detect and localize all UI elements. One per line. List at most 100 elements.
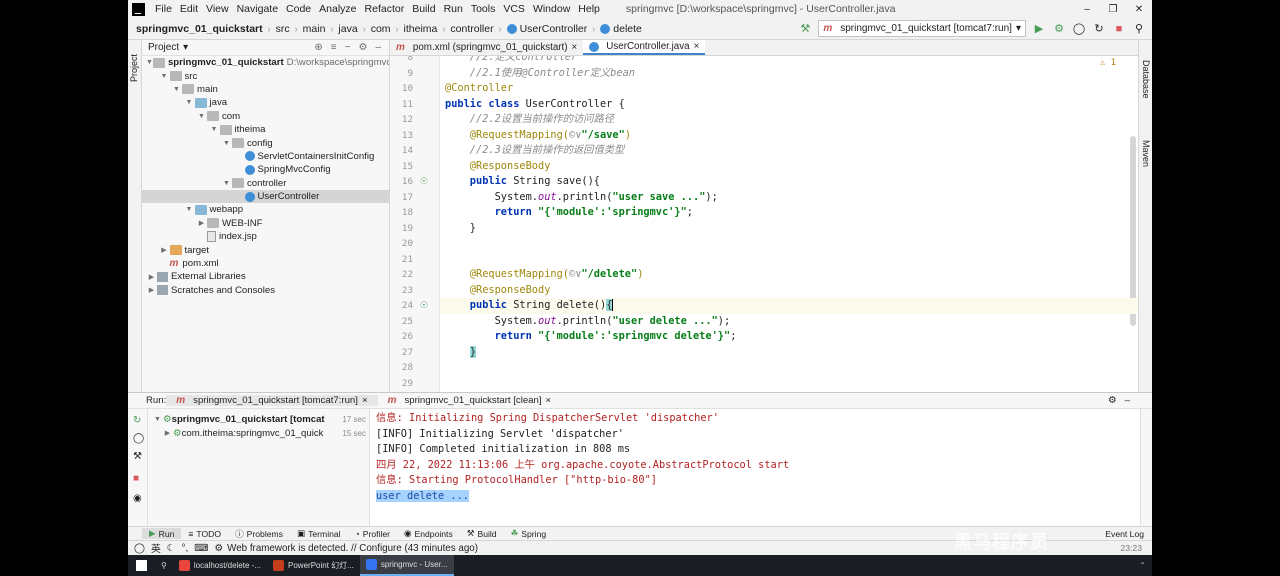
- chevron-down-icon[interactable]: ▼: [221, 180, 232, 187]
- chevron-down-icon[interactable]: ▼: [184, 99, 195, 106]
- status-message[interactable]: Web framework is detected. // Configure …: [227, 543, 478, 554]
- editor-tab[interactable]: m pom.xml (springmvc_01_quickstart) ×: [390, 40, 583, 55]
- breadcrumb-item[interactable]: src: [276, 23, 290, 35]
- close-icon[interactable]: ×: [546, 395, 552, 406]
- breadcrumb-item[interactable]: java: [338, 23, 357, 35]
- breadcrumb-item[interactable]: UserController: [520, 23, 588, 35]
- database-tool-tab[interactable]: Database: [1141, 60, 1151, 99]
- tool-tab-problems[interactable]: ⓘ Problems: [228, 528, 290, 540]
- chevron-down-icon[interactable]: ▼: [171, 86, 182, 93]
- chevron-down-icon[interactable]: ▼: [146, 59, 153, 66]
- chevron-down-icon[interactable]: ▼: [184, 206, 195, 213]
- hide-icon[interactable]: –: [1125, 395, 1152, 406]
- tool-tab-profiler[interactable]: ◔ Profiler: [348, 529, 397, 539]
- tree-item[interactable]: ▶ target: [142, 243, 389, 256]
- warning-count[interactable]: ⚠ 1: [1100, 58, 1116, 68]
- tool-tab-build[interactable]: ⚒ Build: [460, 528, 504, 539]
- tree-item[interactable]: ▶ WEB-INF: [142, 217, 389, 230]
- gear-icon[interactable]: ⚙: [1108, 395, 1125, 406]
- stop-icon[interactable]: ■: [1112, 23, 1126, 35]
- project-tool-tab[interactable]: Project: [129, 54, 139, 82]
- menu-file[interactable]: File: [151, 3, 176, 15]
- hammer-build-icon[interactable]: ⚒: [798, 22, 812, 35]
- maven-tool-tab[interactable]: Maven: [1141, 140, 1151, 167]
- code-content[interactable]: ⚠ 1 //2.定义controller //2.1使用@Controller定…: [440, 56, 1138, 392]
- menu-code[interactable]: Code: [282, 3, 315, 15]
- tool-tab-terminal[interactable]: ▣ Terminal: [290, 528, 348, 539]
- close-icon[interactable]: ×: [572, 42, 578, 53]
- tree-item[interactable]: ▼ java: [142, 96, 389, 109]
- chevron-down-icon[interactable]: ▾: [183, 42, 188, 53]
- collapse-all-icon[interactable]: −: [345, 42, 351, 53]
- tree-item[interactable]: ▼ src: [142, 69, 389, 82]
- breadcrumb-item[interactable]: main: [303, 23, 326, 35]
- console-output[interactable]: 信息: Initializing Spring DispatcherServle…: [370, 409, 1140, 526]
- tree-item[interactable]: ▼ controller: [142, 177, 389, 190]
- tree-item[interactable]: ServletContainersInitConfig: [142, 150, 389, 163]
- menu-vcs[interactable]: VCS: [499, 3, 529, 15]
- event-log-button[interactable]: Event Log: [1105, 529, 1152, 539]
- minimize-icon[interactable]: –: [1074, 4, 1100, 15]
- expand-all-icon[interactable]: ≡: [331, 42, 337, 53]
- menu-run[interactable]: Run: [440, 3, 467, 15]
- taskbar-item[interactable]: PowerPoint 幻灯...: [267, 555, 360, 576]
- breadcrumb-item[interactable]: com: [371, 23, 391, 35]
- chevron-right-icon[interactable]: ▶: [146, 273, 157, 281]
- debug-icon[interactable]: ⚙: [1052, 22, 1066, 35]
- menu-window[interactable]: Window: [529, 3, 574, 15]
- tree-item[interactable]: index.jsp: [142, 230, 389, 243]
- pause-icon[interactable]: ◯: [133, 433, 144, 444]
- tree-item[interactable]: SpringMvcConfig: [142, 163, 389, 176]
- chevron-down-icon[interactable]: ▼: [152, 416, 163, 423]
- web-endpoint-icon[interactable]: ☉: [420, 176, 428, 187]
- maximize-icon[interactable]: ❐: [1100, 4, 1126, 15]
- breadcrumb-item[interactable]: springmvc_01_quickstart: [136, 23, 263, 35]
- tool-tab-endpoints[interactable]: ◉ Endpoints: [397, 528, 460, 539]
- tree-item[interactable]: ▼ springmvc_01_quickstart D:\workspace\spr…: [142, 56, 389, 69]
- run-tree-item[interactable]: ▶ ⚙ com.itheima:springmvc_01_quick 15 sec: [148, 426, 369, 440]
- ime-logo-icon[interactable]: ◯: [134, 543, 145, 554]
- chevron-down-icon[interactable]: ▼: [196, 113, 207, 120]
- editor-tab[interactable]: UserController.java ×: [583, 40, 706, 55]
- menu-tools[interactable]: Tools: [467, 3, 500, 15]
- tree-item[interactable]: UserController: [142, 189, 389, 204]
- rerun-icon[interactable]: ↻: [133, 415, 141, 426]
- ime-language[interactable]: 英: [151, 541, 161, 555]
- run-tab[interactable]: m springmvc_01_quickstart [tomcat7:run] ×: [166, 395, 378, 406]
- tree-item[interactable]: ▼ itheima: [142, 123, 389, 136]
- chevron-right-icon[interactable]: ▶: [159, 246, 170, 254]
- search-everywhere-icon[interactable]: ⚲: [1132, 22, 1146, 35]
- tree-item[interactable]: ▼ com: [142, 110, 389, 123]
- moon-icon[interactable]: ☾: [167, 543, 176, 554]
- menu-analyze[interactable]: Analyze: [315, 3, 360, 15]
- web-endpoint-icon[interactable]: ☉: [420, 300, 428, 311]
- taskbar-item[interactable]: springmvc - User...: [359, 555, 454, 576]
- profile-icon[interactable]: ↻: [1092, 22, 1106, 35]
- chevron-down-icon[interactable]: ▼: [221, 140, 232, 147]
- stop-icon[interactable]: ■: [133, 473, 139, 484]
- wrench-icon[interactable]: ⚒: [133, 451, 142, 462]
- chevron-down-icon[interactable]: ▼: [209, 126, 220, 133]
- punctuation-icon[interactable]: °,: [182, 543, 189, 554]
- close-icon[interactable]: ✕: [1126, 4, 1152, 15]
- console-scrollbar[interactable]: [1140, 409, 1152, 526]
- chevron-right-icon[interactable]: ▶: [146, 286, 157, 294]
- windows-start-icon[interactable]: [136, 560, 147, 571]
- tree-item[interactable]: ▶ External Libraries: [142, 270, 389, 283]
- menu-help[interactable]: Help: [574, 3, 604, 15]
- tool-tab-spring[interactable]: ☘ Spring: [504, 528, 554, 539]
- locate-icon[interactable]: ⊕: [314, 42, 322, 53]
- chevron-down-icon[interactable]: ▼: [159, 73, 170, 80]
- tree-item[interactable]: ▼ main: [142, 83, 389, 96]
- menu-edit[interactable]: Edit: [176, 3, 202, 15]
- coverage-icon[interactable]: ◯: [1072, 22, 1086, 35]
- search-icon[interactable]: ⚲: [155, 555, 173, 576]
- run-tab[interactable]: m springmvc_01_quickstart [clean] ×: [378, 395, 562, 406]
- system-tray[interactable]: ⌃: [1139, 561, 1152, 570]
- tool-tab-run[interactable]: ▶ Run: [142, 528, 182, 539]
- menu-view[interactable]: View: [202, 3, 233, 15]
- run-tree-item[interactable]: ▼ ⚙ springmvc_01_quickstart [tomcat 17 sec: [148, 412, 369, 426]
- close-icon[interactable]: ×: [694, 41, 700, 52]
- project-panel-title[interactable]: Project: [148, 42, 179, 53]
- tree-item[interactable]: ▼ webapp: [142, 203, 389, 216]
